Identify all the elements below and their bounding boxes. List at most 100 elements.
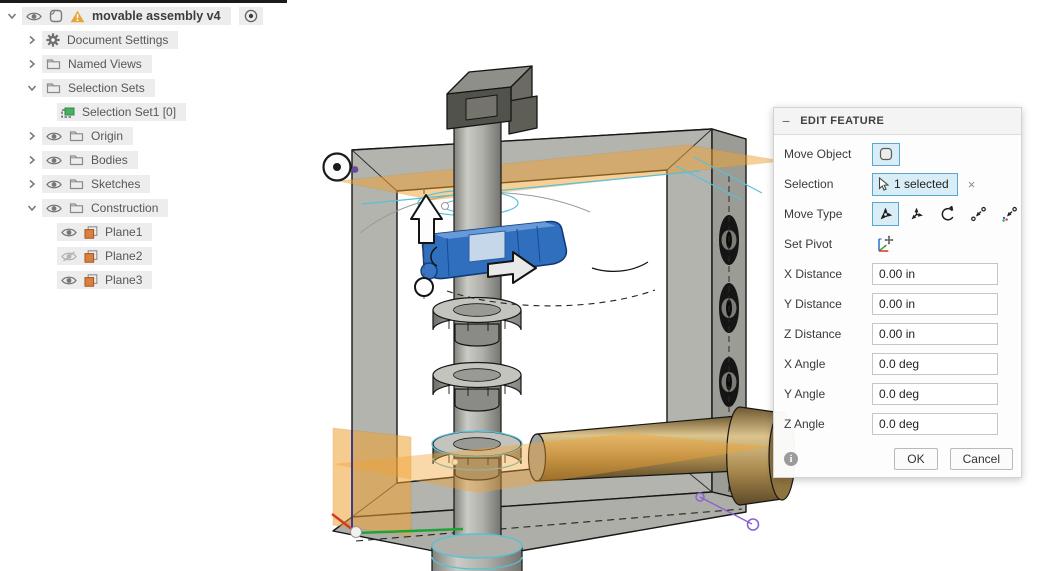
browser-item-label: Selection Sets <box>68 81 145 95</box>
plane-icon <box>84 249 98 263</box>
browser-item-selection-set1-0[interactable]: Selection Set1 [0] <box>0 100 300 124</box>
browser-item-named-views[interactable]: Named Views <box>0 52 300 76</box>
selection-label: Selection <box>784 177 834 191</box>
folder-icon <box>69 202 84 214</box>
chevron-right-icon[interactable] <box>24 155 39 165</box>
disc-2[interactable] <box>432 361 522 412</box>
browser-item-plane2[interactable]: Plane2 <box>0 244 300 268</box>
eye-icon[interactable] <box>61 275 77 286</box>
cursor-icon <box>878 177 889 191</box>
browser-item-bodies[interactable]: Bodies <box>0 148 300 172</box>
x-distance-label: X Distance <box>784 267 843 281</box>
move-type-translate-button[interactable] <box>872 202 899 226</box>
set-pivot-button[interactable] <box>872 233 896 255</box>
z-distance-label: Z Distance <box>784 327 842 341</box>
z-angle-label: Z Angle <box>784 417 825 431</box>
y-angle-label: Y Angle <box>784 387 826 401</box>
folder-icon <box>46 58 61 70</box>
eye-icon[interactable] <box>46 179 62 190</box>
browser-item-label: movable assembly v4 <box>92 9 221 23</box>
browser-item-sketches[interactable]: Sketches <box>0 172 300 196</box>
move-type-point-to-point-button[interactable] <box>965 202 992 226</box>
browser-item-document-settings[interactable]: Document Settings <box>0 28 300 52</box>
folder-icon <box>46 82 61 94</box>
move-type-label: Move Type <box>784 207 843 221</box>
vertex-point[interactable] <box>441 202 449 210</box>
move-type-free-move-button[interactable] <box>903 202 930 226</box>
pivot-point-handle[interactable] <box>322 152 352 182</box>
plane-corner-point[interactable] <box>351 166 359 173</box>
dialog-footer: i OK Cancel <box>774 441 1021 477</box>
set-pivot-label: Set Pivot <box>784 237 833 251</box>
browser-item-label: Bodies <box>91 153 128 167</box>
folder-icon <box>69 154 84 166</box>
browser-item-label: Document Settings <box>67 33 169 47</box>
eye-icon[interactable] <box>46 203 62 214</box>
browser-item-plane3[interactable]: Plane3 <box>0 268 300 292</box>
top-block-body[interactable] <box>446 65 538 135</box>
body-icon <box>879 147 893 161</box>
edit-feature-dialog: − EDIT FEATURE Move Object Selection 1 s… <box>773 107 1022 478</box>
ok-button[interactable]: OK <box>894 448 938 470</box>
activate-component-radio[interactable] <box>238 7 263 25</box>
z-distance-input[interactable] <box>872 323 998 345</box>
browser-item-plane1[interactable]: Plane1 <box>0 220 300 244</box>
plane-icon <box>84 225 98 239</box>
move-type-point-to-position-button[interactable] <box>996 202 1023 226</box>
browser-item-label: Plane3 <box>105 273 143 287</box>
x-distance-input[interactable] <box>872 263 998 285</box>
info-icon[interactable]: i <box>784 452 798 466</box>
browser-item-origin[interactable]: Origin <box>0 124 300 148</box>
eye-hidden-icon[interactable] <box>61 250 77 262</box>
selection-count: 1 selected <box>894 177 949 191</box>
browser-panel: movable assembly v4 Document Settings Name… <box>0 4 300 292</box>
warning-icon <box>70 10 85 23</box>
browser-item-label: Plane2 <box>105 249 143 263</box>
browser-item-label: Named Views <box>68 57 142 71</box>
disc-1[interactable] <box>432 296 522 347</box>
chevron-right-icon[interactable] <box>24 131 39 141</box>
z-angle-input[interactable] <box>872 413 998 435</box>
chevron-down-icon[interactable] <box>24 204 39 212</box>
toolbar-edge <box>0 0 287 3</box>
collapse-icon[interactable]: − <box>782 114 790 128</box>
selection-button[interactable]: 1 selected <box>872 172 958 196</box>
chevron-down-icon[interactable] <box>24 84 39 92</box>
component-icon <box>49 9 63 23</box>
plane-icon <box>84 273 98 287</box>
gear-icon <box>46 33 60 47</box>
chevron-right-icon[interactable] <box>24 35 39 45</box>
cancel-button[interactable]: Cancel <box>949 448 1013 470</box>
eye-icon[interactable] <box>26 11 42 22</box>
eye-icon[interactable] <box>46 155 62 166</box>
move-type-group <box>872 202 1023 226</box>
x-angle-input[interactable] <box>872 353 998 375</box>
move-object-button[interactable] <box>872 142 900 166</box>
folder-icon <box>69 130 84 142</box>
move-type-rotate-button[interactable] <box>934 202 961 226</box>
browser-item-movable-assembly-v4[interactable]: movable assembly v4 <box>0 4 300 28</box>
browser-item-label: Origin <box>91 129 124 143</box>
browser-item-selection-sets[interactable]: Selection Sets <box>0 76 300 100</box>
manipulator-origin-handle[interactable] <box>414 277 434 297</box>
selection-set-icon <box>61 107 75 118</box>
dialog-header: − EDIT FEATURE <box>774 108 1021 135</box>
y-angle-input[interactable] <box>872 383 998 405</box>
eye-icon[interactable] <box>46 131 62 142</box>
eye-icon[interactable] <box>61 227 77 238</box>
chevron-right-icon[interactable] <box>24 179 39 189</box>
x-angle-label: X Angle <box>784 357 826 371</box>
browser-item-construction[interactable]: Construction <box>0 196 300 220</box>
radio-target-icon <box>244 9 258 23</box>
y-distance-label: Y Distance <box>784 297 842 311</box>
y-distance-input[interactable] <box>872 293 998 315</box>
chevron-right-icon[interactable] <box>24 59 39 69</box>
dialog-title: EDIT FEATURE <box>800 115 885 127</box>
folder-icon <box>69 178 84 190</box>
move-object-label: Move Object <box>784 147 852 161</box>
pivot-axes-icon <box>877 235 893 253</box>
clear-selection-icon[interactable]: × <box>968 177 976 192</box>
shaft-bottom-stub[interactable] <box>431 533 523 571</box>
browser-item-label: Plane1 <box>105 225 143 239</box>
chevron-down-icon[interactable] <box>4 12 19 20</box>
